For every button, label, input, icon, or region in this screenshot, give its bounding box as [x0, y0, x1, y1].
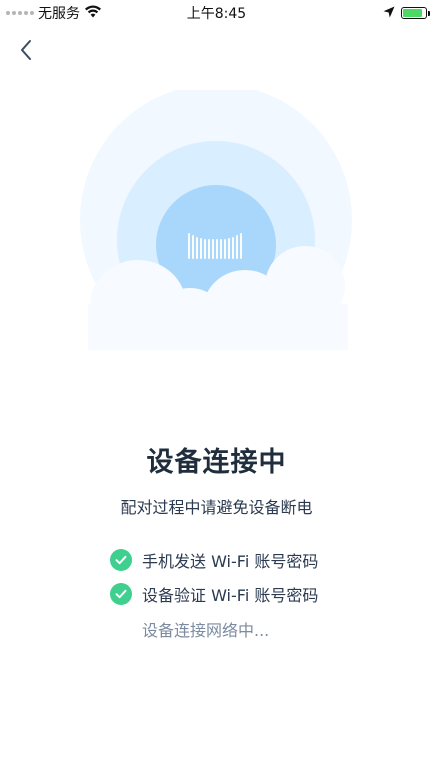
pending-step-label: 设备连接网络中...	[142, 621, 270, 640]
status-bar: 无服务 上午8:45	[0, 0, 433, 24]
status-right	[383, 3, 430, 22]
battery-level	[403, 8, 422, 17]
progress-steps: 手机发送 Wi-Fi 账号密码 设备验证 Wi-Fi 账号密码 设备连接网络中.…	[110, 543, 318, 641]
page-title: 设备连接中	[146, 447, 287, 478]
page-subtitle: 配对过程中请避免设备断电	[120, 498, 313, 517]
step-label: 手机发送 Wi-Fi 账号密码	[142, 552, 319, 571]
check-circle-icon	[110, 583, 132, 605]
step-verify-wifi: 设备验证 Wi-Fi 账号密码	[110, 577, 318, 611]
location-arrow-icon	[383, 3, 395, 22]
step-send-wifi: 手机发送 Wi-Fi 账号密码	[110, 543, 318, 577]
back-button[interactable]	[10, 34, 42, 66]
battery-icon	[401, 6, 430, 19]
connection-illustration	[0, 90, 433, 356]
clock: 上午8:45	[186, 6, 247, 22]
check-circle-icon	[110, 549, 132, 571]
step-label: 设备验证 Wi-Fi 账号密码	[142, 586, 319, 605]
chevron-left-icon	[21, 40, 31, 60]
